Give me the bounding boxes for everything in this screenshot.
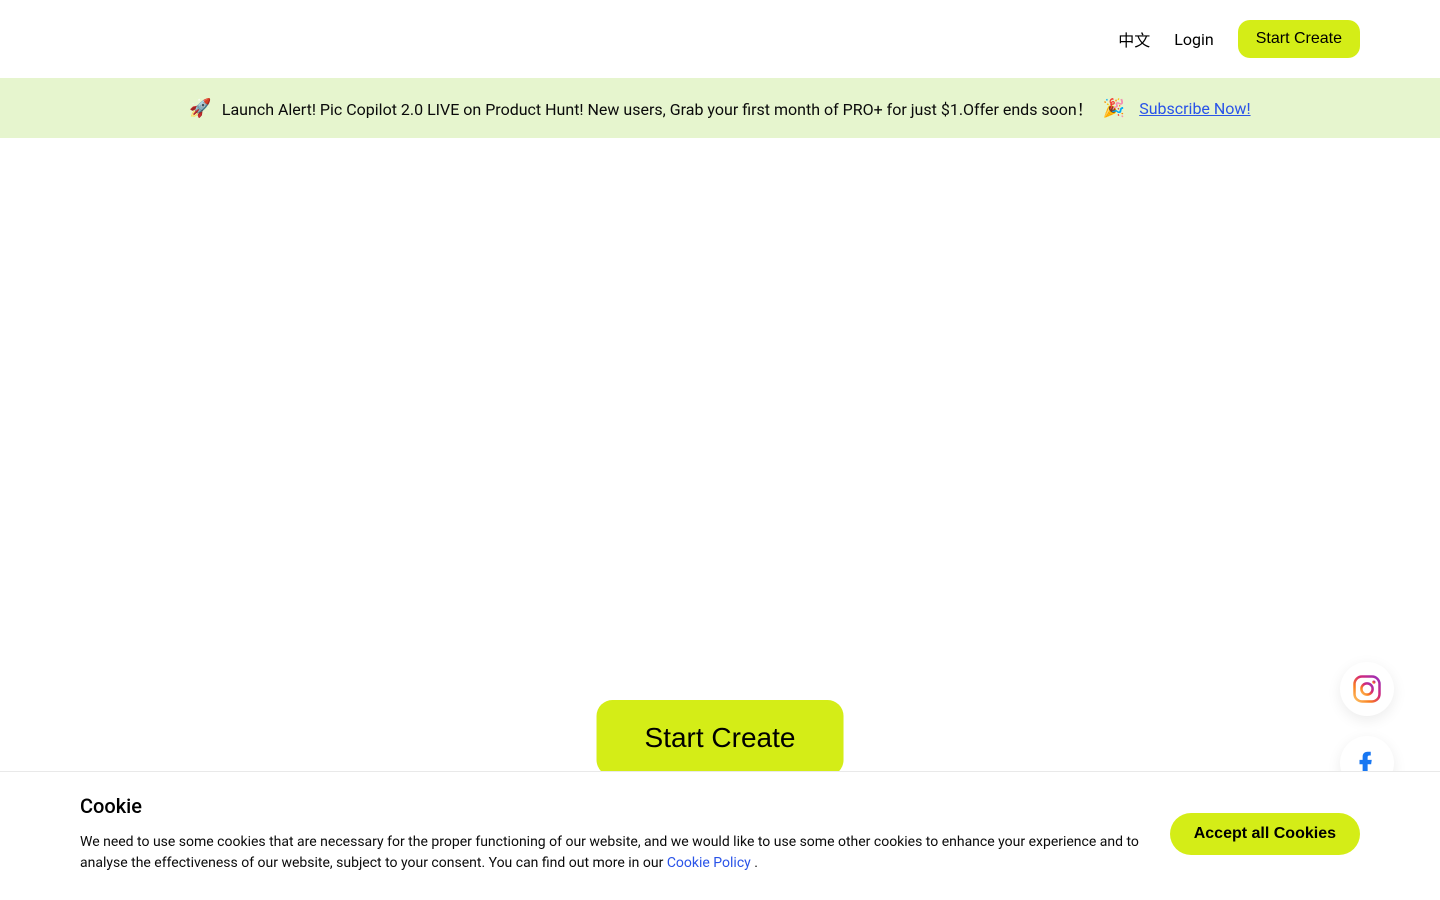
cookie-banner: Cookie We need to use some cookies that … <box>0 771 1440 900</box>
subscribe-link[interactable]: Subscribe Now! <box>1139 99 1250 118</box>
instagram-button[interactable] <box>1340 662 1394 716</box>
cookie-title: Cookie <box>80 794 1140 818</box>
cookie-content: Cookie We need to use some cookies that … <box>80 794 1140 874</box>
header: 中文 Login Start Create <box>0 0 1440 78</box>
instagram-icon <box>1352 674 1382 704</box>
party-icon: 🎉 <box>1103 98 1125 119</box>
main-cta-wrapper: Start Create <box>597 700 844 776</box>
cookie-period: . <box>751 855 758 871</box>
rocket-icon: 🚀 <box>189 98 211 119</box>
promo-banner: 🚀 Launch Alert! Pic Copilot 2.0 LIVE on … <box>0 78 1440 138</box>
language-switch[interactable]: 中文 <box>1118 27 1150 51</box>
start-create-main-button[interactable]: Start Create <box>597 700 844 776</box>
start-create-header-button[interactable]: Start Create <box>1238 20 1360 58</box>
cookie-policy-link[interactable]: Cookie Policy <box>667 855 751 871</box>
cookie-description: We need to use some cookies that are nec… <box>80 834 1139 871</box>
accept-cookies-button[interactable]: Accept all Cookies <box>1170 813 1360 855</box>
banner-text: Launch Alert! Pic Copilot 2.0 LIVE on Pr… <box>222 96 1093 120</box>
login-link[interactable]: Login <box>1174 30 1213 49</box>
cookie-text: We need to use some cookies that are nec… <box>80 832 1140 874</box>
